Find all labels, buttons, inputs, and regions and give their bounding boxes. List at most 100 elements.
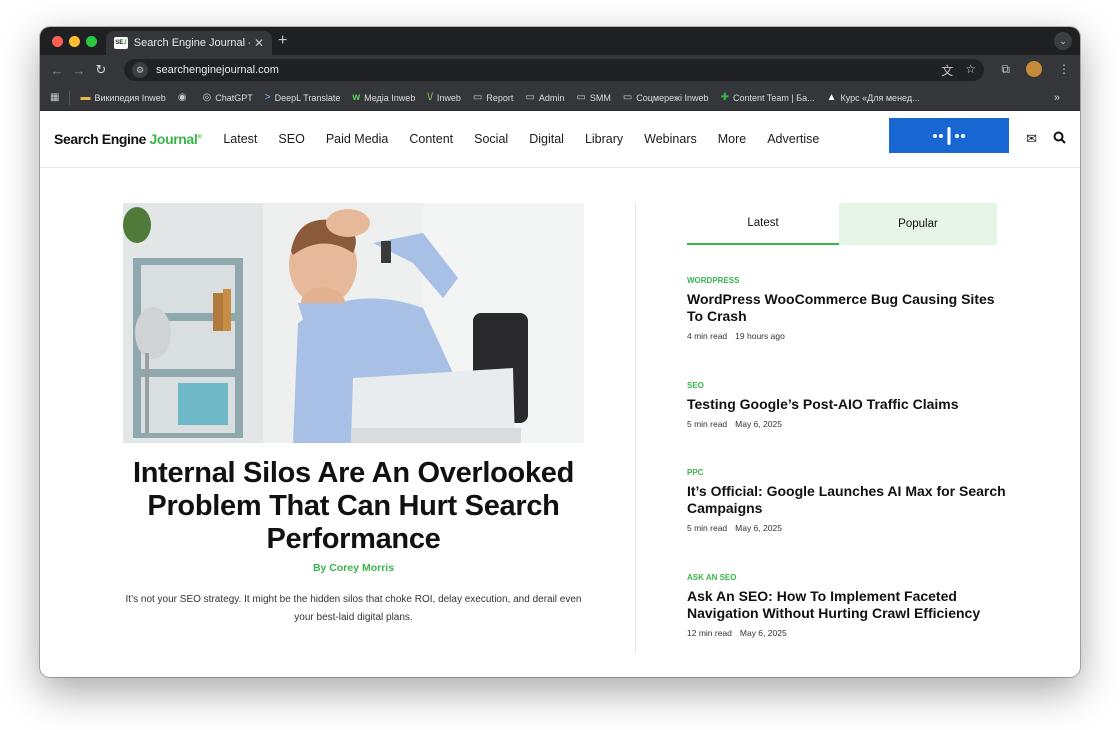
list-item[interactable]: WordPress WordPress WooCommerce Bug Caus…: [687, 276, 1007, 341]
nav-latest[interactable]: Latest: [223, 132, 257, 146]
folder-icon: ▭: [622, 92, 633, 103]
w-icon: w: [352, 92, 361, 103]
bookmark-item[interactable]: ◎ ChatGPT: [203, 92, 253, 103]
folder-icon: ▭: [576, 92, 586, 103]
more-bookmarks-button[interactable]: »: [1054, 92, 1060, 104]
sej-favicon-icon: SE J: [114, 37, 128, 49]
article-title[interactable]: It’s Official: Google Launches AI Max fo…: [687, 483, 1007, 517]
bookmark-item[interactable]: ✚ Content Team | Ба...: [721, 92, 815, 103]
hero-excerpt: It’s not your SEO strategy. It might be …: [125, 594, 582, 623]
bookmarks-separator: [69, 90, 71, 105]
browser-toolbar: ← → ↻ ⚙ searchenginejournal.com 文 ☆ ⧉ ⋮: [40, 55, 1080, 85]
bookmark-item[interactable]: ▭ SMM: [576, 92, 610, 103]
article-meta: 5 min read May 6, 2025: [687, 523, 1007, 533]
article-date: May 6, 2025: [735, 523, 782, 533]
bookmark-item[interactable]: w Медіа Inweb: [352, 92, 415, 103]
window-controls: [52, 35, 97, 47]
close-window-button[interactable]: [52, 35, 63, 47]
back-button[interactable]: ←: [46, 63, 68, 78]
tab-popular[interactable]: Popular: [839, 203, 997, 245]
nav-webinars[interactable]: Webinars: [644, 132, 697, 146]
browser-tab[interactable]: SEJ Search Engine Journal - SEO, ✕: [106, 31, 272, 55]
hero-title[interactable]: Internal Silos Are An Overlooked Problem…: [123, 457, 584, 556]
hero-author[interactable]: By Corey Morris: [123, 562, 584, 574]
deepl-icon: >: [264, 92, 271, 103]
minimize-window-button[interactable]: [69, 35, 80, 47]
site-header: Search Engine Journal® Latest SEO Paid M…: [40, 111, 1080, 168]
podcast-banner[interactable]: [889, 118, 1009, 153]
maximize-window-button[interactable]: [86, 35, 97, 47]
bookmark-star-icon[interactable]: ☆: [965, 62, 976, 79]
translate-icon[interactable]: 文: [941, 62, 953, 79]
triangle-icon: ▲: [826, 92, 837, 103]
article-category[interactable]: PPC: [687, 468, 1007, 477]
bookmark-label: Admin: [538, 92, 565, 103]
bookmark-item[interactable]: ▭ Report: [473, 92, 513, 103]
bookmark-item[interactable]: ▬ Википедия Inweb: [80, 92, 165, 103]
site-info-icon[interactable]: ⚙: [132, 62, 148, 78]
tab-latest[interactable]: Latest: [687, 203, 839, 245]
bookmark-label: Курс «Для менед...: [840, 92, 920, 103]
list-item[interactable]: PPC It’s Official: Google Launches AI Ma…: [687, 468, 1007, 533]
nav-content[interactable]: Content: [409, 132, 453, 146]
bookmark-label: Content Team | Ба...: [732, 92, 815, 103]
list-item[interactable]: Ask An SEO Ask An SEO: How To Implement …: [687, 573, 1007, 638]
logo-text: Search Engine: [54, 131, 150, 147]
article-title[interactable]: WordPress WooCommerce Bug Causing Sites …: [687, 291, 1007, 325]
bookmark-label: Википедия Inweb: [94, 92, 166, 103]
globe-icon: ◉: [177, 92, 187, 103]
bookmark-item[interactable]: ▭ Соцмережі Inweb: [623, 92, 709, 103]
mail-icon[interactable]: ✉: [1026, 131, 1037, 147]
address-bar[interactable]: ⚙ searchenginejournal.com 文 ☆: [124, 59, 984, 81]
nav-advertise[interactable]: Advertise: [767, 132, 819, 146]
folder-icon: ▭: [525, 92, 535, 103]
folder-icon: ▭: [472, 92, 483, 103]
apps-grid-icon[interactable]: ▦: [50, 92, 59, 103]
bookmark-label: DeepL Translate: [274, 92, 341, 103]
article-category[interactable]: Ask An SEO: [687, 573, 1007, 582]
article-meta: 5 min read May 6, 2025: [687, 419, 1007, 429]
bookmarks-bar: ▦ ▬ Википедия Inweb ◉ ◎ ChatGPT > DeepL Tra…: [40, 85, 1080, 111]
profile-avatar[interactable]: [1026, 61, 1042, 77]
article-category[interactable]: WordPress: [687, 276, 1007, 285]
folder-icon: ▬: [80, 92, 91, 103]
read-time: 5 min read: [687, 523, 728, 533]
article-meta: 12 min read May 6, 2025: [687, 628, 1007, 638]
site-logo[interactable]: Search Engine Journal®: [54, 131, 202, 147]
nav-digital[interactable]: Digital: [529, 132, 564, 146]
article-title[interactable]: Testing Google’s Post-AIO Traffic Claims: [687, 396, 1007, 413]
url-text[interactable]: searchenginejournal.com: [156, 64, 279, 76]
tab-search-button[interactable]: ⌄: [1054, 32, 1072, 50]
extensions-icon[interactable]: ⧉: [1001, 62, 1010, 77]
list-item[interactable]: SEO Testing Google’s Post-AIO Traffic Cl…: [687, 381, 1007, 429]
browser-window: SEJ Search Engine Journal - SEO, ✕ + ⌄ ←…: [40, 27, 1080, 677]
browser-menu-icon[interactable]: ⋮: [1058, 62, 1070, 76]
nav-social[interactable]: Social: [474, 132, 508, 146]
forward-button[interactable]: →: [68, 63, 90, 78]
hero-image[interactable]: [123, 203, 584, 443]
bookmark-item[interactable]: ◉: [178, 92, 191, 103]
close-tab-icon[interactable]: ✕: [254, 36, 264, 50]
bookmark-label: Соцмережі Inweb: [636, 92, 709, 103]
chatgpt-icon: ◎: [202, 92, 212, 103]
bookmark-label: ChatGPT: [215, 92, 253, 103]
bookmark-label: Report: [486, 92, 514, 103]
nav-more[interactable]: More: [718, 132, 746, 146]
bookmark-item[interactable]: \/Inweb: [427, 92, 461, 103]
new-tab-button[interactable]: +: [278, 32, 287, 50]
article-category[interactable]: SEO: [687, 381, 1007, 390]
reload-button[interactable]: ↻: [90, 62, 112, 78]
bookmark-label: SMM: [589, 92, 611, 103]
bookmark-item[interactable]: ▲ Курс «Для менед...: [827, 92, 920, 103]
nav-paid-media[interactable]: Paid Media: [326, 132, 389, 146]
bookmark-label: Inweb: [436, 92, 461, 103]
read-time: 4 min read: [687, 331, 728, 341]
article-title[interactable]: Ask An SEO: How To Implement Faceted Nav…: [687, 588, 1007, 622]
bookmark-item[interactable]: > DeepL Translate: [265, 92, 341, 103]
nav-library[interactable]: Library: [585, 132, 623, 146]
bookmark-item[interactable]: ▭ Admin: [525, 92, 564, 103]
search-icon[interactable]: [1053, 131, 1066, 147]
sidebar-tabs: Latest Popular: [687, 203, 997, 245]
audio-wave-icon: [933, 126, 965, 145]
nav-seo[interactable]: SEO: [278, 132, 304, 146]
